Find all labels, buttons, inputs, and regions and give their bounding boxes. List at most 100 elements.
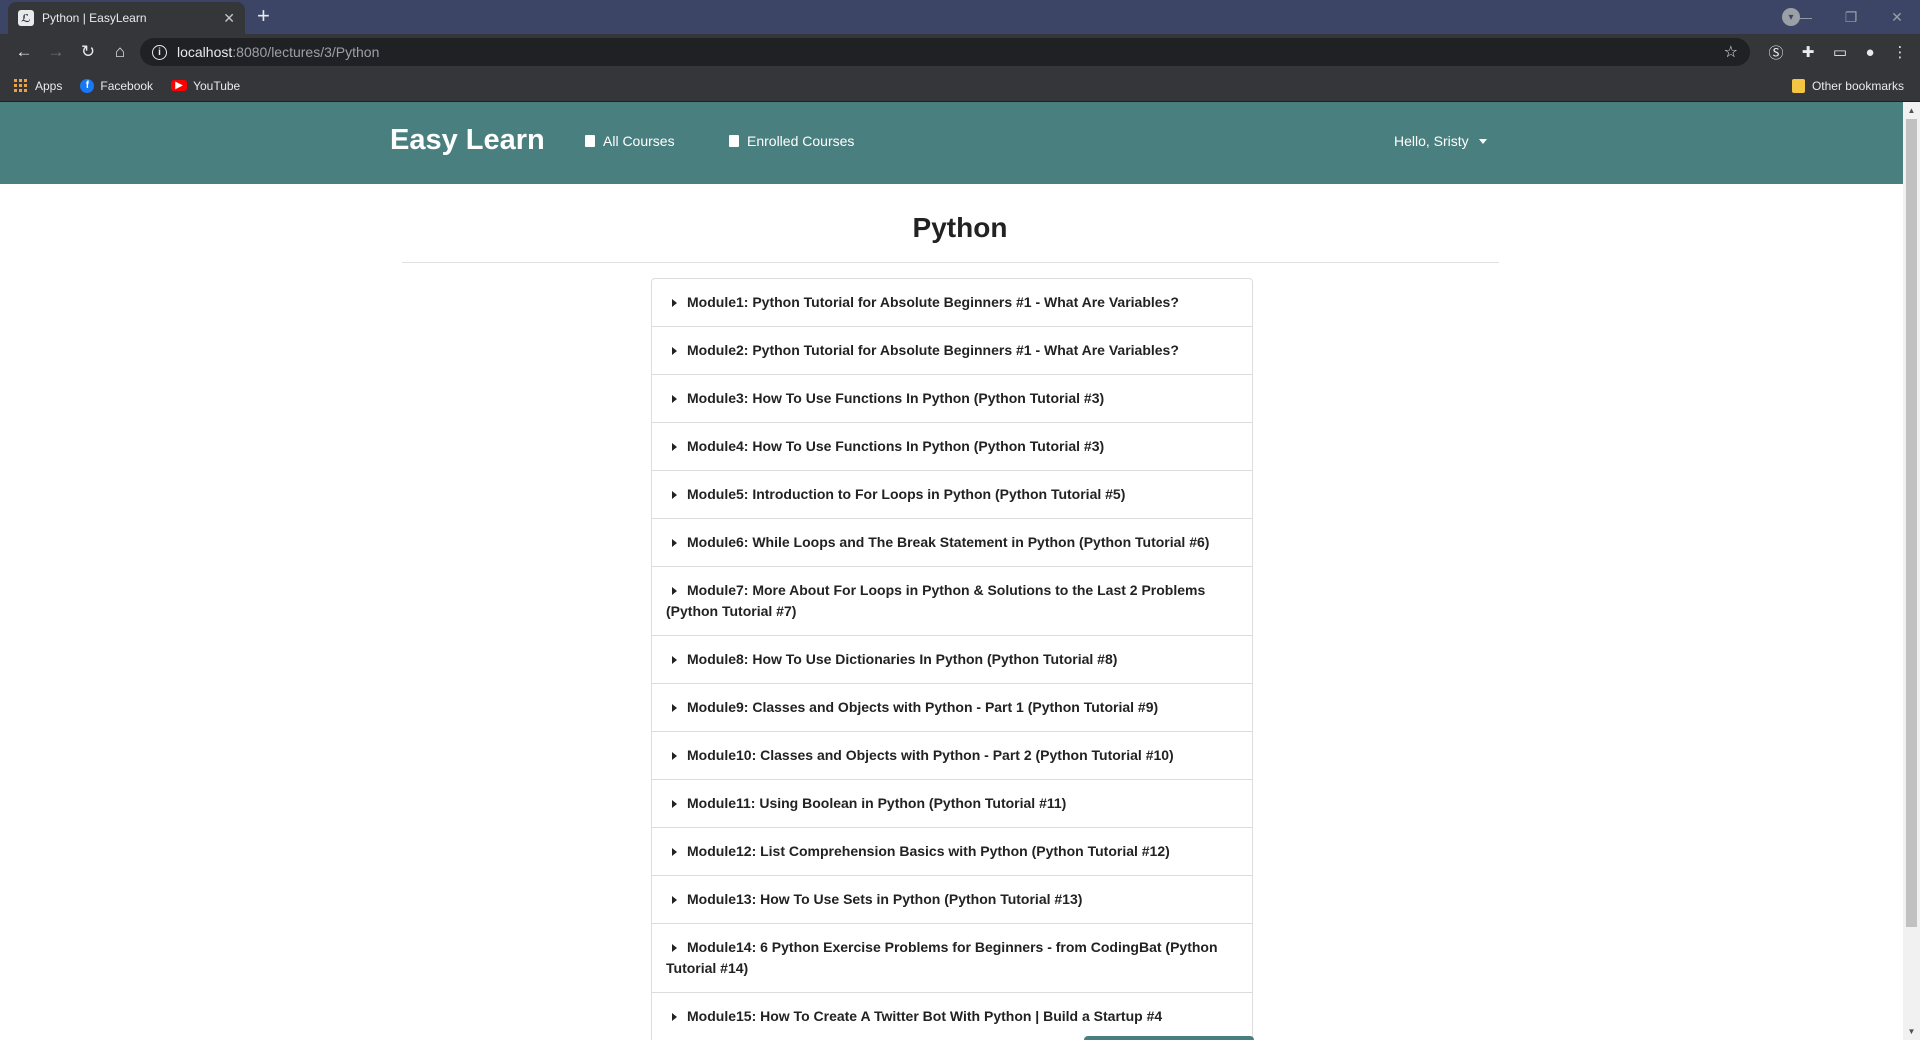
module-title: Module7: More About For Loops in Python … [666, 582, 1206, 619]
module-title: Module9: Classes and Objects with Python… [687, 699, 1159, 715]
apps-icon [14, 78, 28, 93]
caret-right-icon [672, 538, 677, 547]
page-viewport: Easy Learn All Courses Enrolled Courses … [0, 102, 1920, 1040]
site-navbar: Easy Learn All Courses Enrolled Courses … [0, 102, 1903, 184]
other-bookmarks[interactable]: Other bookmarks [1791, 78, 1904, 93]
module-title: Module1: Python Tutorial for Absolute Be… [687, 294, 1179, 310]
bookmark-star-icon[interactable]: ☆ [1724, 42, 1738, 62]
bookmark-apps[interactable]: Apps [14, 78, 63, 93]
tab-title: Python | EasyLearn [42, 11, 147, 25]
back-icon[interactable]: ← [8, 38, 40, 66]
caret-right-icon [672, 442, 677, 451]
bottom-action-button[interactable] [1084, 1036, 1254, 1040]
minimize-icon[interactable]: — [1782, 0, 1828, 34]
youtube-icon: ▶ [171, 80, 188, 91]
nav-enrolled-courses[interactable]: Enrolled Courses [729, 133, 854, 149]
home-icon[interactable]: ⌂ [104, 38, 136, 66]
module-title: Module10: Classes and Objects with Pytho… [687, 747, 1174, 763]
caret-right-icon [672, 943, 677, 952]
caret-right-icon [672, 703, 677, 712]
nav-label: All Courses [603, 133, 675, 149]
module-item[interactable]: Module2: Python Tutorial for Absolute Be… [652, 327, 1252, 375]
module-title: Module2: Python Tutorial for Absolute Be… [687, 342, 1179, 358]
user-dropdown[interactable]: Hello, Sristy [1394, 133, 1487, 149]
address-bar[interactable]: i localhost:8080/lectures/3/Python ☆ [140, 38, 1750, 66]
browser-menu-icon[interactable]: ⋮ [1890, 42, 1910, 62]
bookmark-facebook[interactable]: f Facebook [80, 78, 154, 93]
nav-label: Enrolled Courses [747, 133, 855, 149]
module-title: Module15: How To Create A Twitter Bot Wi… [687, 1008, 1163, 1024]
caret-right-icon [672, 655, 677, 664]
browser-tab[interactable]: ℒ Python | EasyLearn ✕ [8, 2, 245, 34]
browser-toolbar: ← → ↻ ⌂ i localhost:8080/lectures/3/Pyth… [0, 34, 1920, 70]
nav-all-courses[interactable]: All Courses [585, 133, 675, 149]
bookmark-label: Facebook [100, 78, 154, 93]
chevron-down-icon [1478, 138, 1487, 144]
folder-icon [1791, 78, 1805, 93]
module-title: Module4: How To Use Functions In Python … [687, 438, 1105, 454]
caret-right-icon [672, 490, 677, 499]
url-host: localhost [177, 44, 233, 60]
extension-s-icon[interactable]: Ⓢ [1766, 42, 1786, 62]
module-title: Module12: List Comprehension Basics with… [687, 843, 1170, 859]
module-item[interactable]: Module12: List Comprehension Basics with… [652, 828, 1252, 876]
brand-logo[interactable]: Easy Learn [390, 124, 545, 157]
caret-right-icon [672, 751, 677, 760]
tab-close-icon[interactable]: ✕ [223, 10, 235, 27]
module-item[interactable]: Module7: More About For Loops in Python … [652, 567, 1252, 636]
window-close-icon[interactable]: ✕ [1874, 0, 1920, 34]
module-item[interactable]: Module11: Using Boolean in Python (Pytho… [652, 780, 1252, 828]
page-title: Python [912, 212, 1008, 243]
cast-icon[interactable]: ▭ [1830, 42, 1850, 62]
scroll-down-icon[interactable]: ▼ [1903, 1023, 1920, 1040]
reload-icon[interactable]: ↻ [72, 38, 104, 66]
module-item[interactable]: Module13: How To Use Sets in Python (Pyt… [652, 876, 1252, 924]
caret-right-icon [672, 799, 677, 808]
caret-right-icon [672, 394, 677, 403]
module-item[interactable]: Module3: How To Use Functions In Python … [652, 375, 1252, 423]
module-item[interactable]: Module10: Classes and Objects with Pytho… [652, 732, 1252, 780]
caret-right-icon [672, 895, 677, 904]
clipboard-icon [729, 135, 739, 147]
site-favicon-icon: ℒ [18, 10, 34, 26]
facebook-icon: f [80, 78, 95, 93]
module-title: Module13: How To Use Sets in Python (Pyt… [687, 891, 1083, 907]
extensions-puzzle-icon[interactable]: ✚ [1798, 42, 1818, 62]
title-divider [402, 262, 1499, 263]
module-item[interactable]: Module1: Python Tutorial for Absolute Be… [652, 279, 1252, 327]
restore-icon[interactable]: ❐ [1828, 0, 1874, 34]
site-info-icon[interactable]: i [152, 44, 167, 60]
module-title: Module6: While Loops and The Break State… [687, 534, 1210, 550]
scroll-thumb[interactable] [1906, 119, 1917, 927]
module-item[interactable]: Module5: Introduction to For Loops in Py… [652, 471, 1252, 519]
module-item[interactable]: Module4: How To Use Functions In Python … [652, 423, 1252, 471]
module-item[interactable]: Module9: Classes and Objects with Python… [652, 684, 1252, 732]
bookmark-label: Apps [35, 78, 63, 93]
caret-right-icon [672, 586, 677, 595]
scroll-up-icon[interactable]: ▲ [1903, 102, 1920, 119]
caret-right-icon [672, 298, 677, 307]
module-item[interactable]: Module6: While Loops and The Break State… [652, 519, 1252, 567]
module-item[interactable]: Module15: How To Create A Twitter Bot Wi… [652, 993, 1252, 1040]
caret-right-icon [672, 346, 677, 355]
browser-tabstrip: ℒ Python | EasyLearn ✕ + ▾ — ❐ ✕ [0, 0, 1920, 34]
bookmark-youtube[interactable]: ▶ YouTube [171, 79, 240, 93]
caret-right-icon [672, 847, 677, 856]
module-title: Module8: How To Use Dictionaries In Pyth… [687, 651, 1118, 667]
caret-right-icon [672, 1012, 677, 1021]
url-path: :8080/lectures/3/Python [232, 44, 380, 60]
module-title: Module3: How To Use Functions In Python … [687, 390, 1105, 406]
new-tab-button[interactable]: + [257, 5, 270, 27]
avatar[interactable]: ● [1860, 42, 1880, 62]
page-scrollbar[interactable]: ▲ ▼ [1903, 102, 1920, 1040]
module-title: Module14: 6 Python Exercise Problems for… [666, 939, 1218, 976]
bookmark-label: YouTube [193, 78, 241, 93]
module-title: Module5: Introduction to For Loops in Py… [687, 486, 1126, 502]
module-item[interactable]: Module14: 6 Python Exercise Problems for… [652, 924, 1252, 993]
book-icon [585, 135, 595, 147]
user-greeting: Hello, Sristy [1394, 133, 1469, 149]
forward-icon[interactable]: → [40, 38, 72, 66]
module-title: Module11: Using Boolean in Python (Pytho… [687, 795, 1067, 811]
module-item[interactable]: Module8: How To Use Dictionaries In Pyth… [652, 636, 1252, 684]
module-list: Module1: Python Tutorial for Absolute Be… [651, 278, 1253, 1040]
